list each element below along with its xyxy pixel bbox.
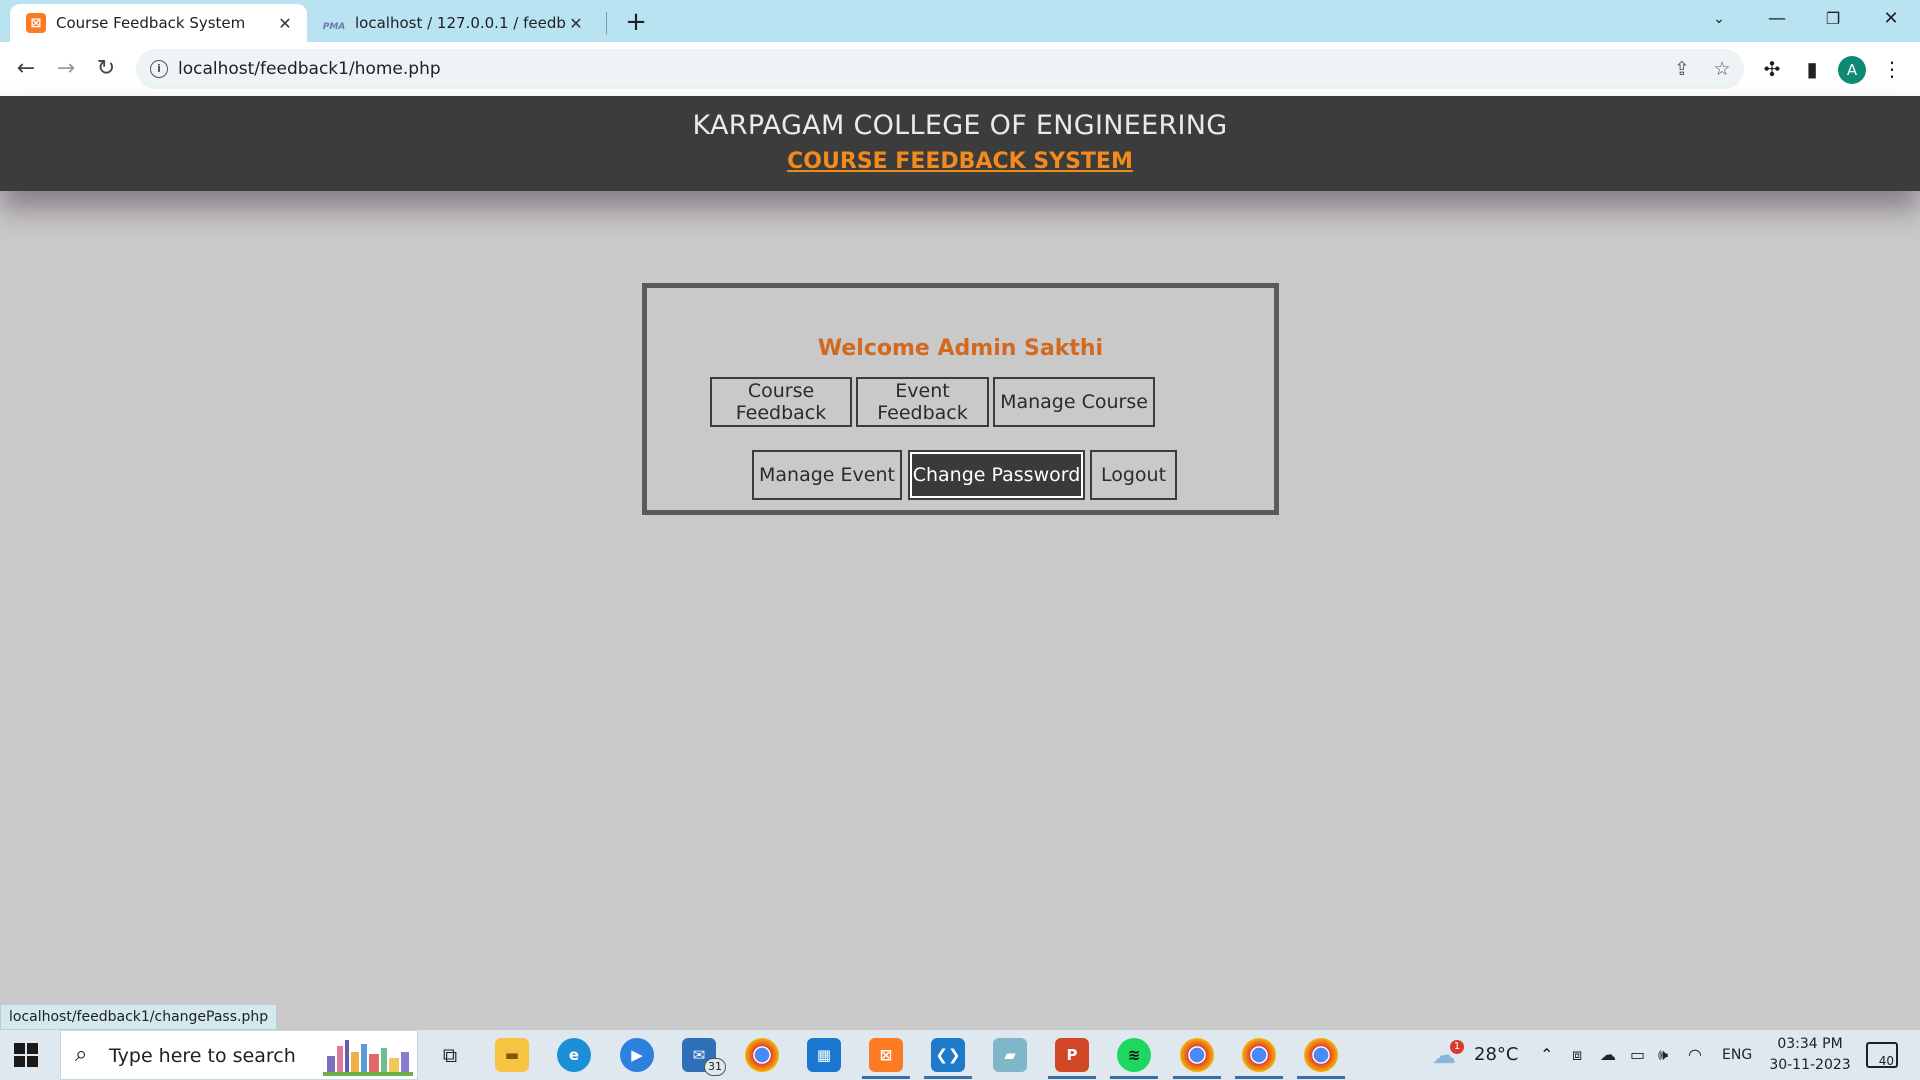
logout-button[interactable]: Logout — [1090, 450, 1177, 500]
change-password-button[interactable]: Change Password — [908, 450, 1085, 500]
extensions-puzzle-icon[interactable]: ✣ — [1756, 53, 1788, 85]
tab-search-chevron-icon[interactable]: ⌄ — [1694, 0, 1744, 40]
browser-toolbar: ← → ↻ i localhost/feedback1/home.php ⇪ ☆… — [0, 42, 1920, 96]
tab-title: localhost / 127.0.0.1 / feedback — [355, 14, 566, 32]
media-player-icon[interactable]: ▶ — [620, 1038, 654, 1072]
taskbar-search-box[interactable]: ⌕ Type here to search — [60, 1030, 418, 1080]
windows-taskbar: ⌕ Type here to search ⧉ ▬ e ▶ ✉ 31 ▦ ⊠ ❮… — [0, 1030, 1920, 1080]
search-highlight-city-icon — [323, 1040, 413, 1076]
close-tab-icon[interactable]: ✕ — [275, 14, 295, 33]
chrome-icon[interactable] — [745, 1038, 779, 1072]
notification-count: 40 — [1878, 1054, 1894, 1068]
tab-title: Course Feedback System — [56, 14, 246, 32]
chrome-profile-2-indicator — [1173, 1076, 1221, 1079]
course-feedback-button[interactable]: Course Feedback — [710, 377, 852, 427]
profile-avatar[interactable]: A — [1838, 56, 1866, 84]
clock-time: 03:34 PM — [1777, 1036, 1843, 1052]
college-title: KARPAGAM COLLEGE OF ENGINEERING — [692, 110, 1228, 141]
vscode-icon[interactable]: ❮❯ — [931, 1038, 965, 1072]
manage-event-button[interactable]: Manage Event — [752, 450, 902, 500]
notification-center-icon[interactable]: 40 — [1866, 1042, 1898, 1068]
search-placeholder: Type here to search — [109, 1045, 296, 1067]
welcome-message: Welcome Admin Sakthi — [817, 336, 1104, 361]
edge-browser-icon[interactable]: e — [557, 1038, 591, 1072]
tab-phpmyadmin[interactable]: PMA localhost / 127.0.0.1 / feedback ✕ — [313, 4, 598, 42]
link-status-bar: localhost/feedback1/changePass.php — [0, 1004, 278, 1030]
url-text[interactable]: localhost/feedback1/home.php — [178, 49, 441, 89]
search-icon: ⌕ — [75, 1042, 88, 1067]
xampp-icon: ⊠ — [26, 13, 46, 33]
input-language[interactable]: ENG — [1722, 1030, 1752, 1080]
clock-date: 30-11-2023 — [1769, 1057, 1851, 1073]
notes-app-icon[interactable]: ▰ — [993, 1038, 1027, 1072]
minimize-button[interactable]: — — [1752, 0, 1802, 40]
manage-course-button[interactable]: Manage Course — [993, 377, 1155, 427]
bookmark-star-icon[interactable]: ☆ — [1710, 57, 1734, 81]
system-title-link[interactable]: COURSE FEEDBACK SYSTEM — [0, 149, 1920, 174]
browser-tab-strip: ⊠ Course Feedback System ✕ PMA localhost… — [0, 0, 1920, 42]
show-hidden-icons-chevron-icon[interactable]: ⌃ — [1540, 1030, 1553, 1080]
file-explorer-icon[interactable]: ▬ — [495, 1038, 529, 1072]
weather-alert-badge: 1 — [1450, 1040, 1464, 1054]
page-content: KARPAGAM COLLEGE OF ENGINEERING COURSE F… — [0, 96, 1920, 1030]
forward-button[interactable]: → — [48, 51, 84, 87]
weather-temperature[interactable]: 28°C — [1474, 1030, 1518, 1080]
close-window-button[interactable]: ✕ — [1866, 0, 1916, 40]
side-panel-icon[interactable]: ▮ — [1796, 53, 1828, 85]
xampp-taskbar-icon[interactable]: ⊠ — [869, 1038, 903, 1072]
reload-button[interactable]: ↻ — [88, 51, 124, 87]
new-tab-button[interactable]: + — [620, 6, 652, 38]
spotify-icon[interactable]: ≋ — [1117, 1038, 1151, 1072]
battery-icon[interactable]: ▭ — [1630, 1030, 1645, 1080]
tab-divider — [606, 12, 607, 34]
spotify-active-indicator — [1110, 1076, 1158, 1079]
task-view-icon[interactable]: ⧉ — [433, 1038, 467, 1072]
share-icon[interactable]: ⇪ — [1670, 57, 1694, 81]
powerpoint-icon[interactable]: P — [1055, 1038, 1089, 1072]
mail-badge: 31 — [704, 1058, 726, 1076]
site-info-icon[interactable]: i — [150, 60, 168, 78]
chrome-profile-2-icon[interactable] — [1180, 1038, 1214, 1072]
meet-now-icon[interactable]: ⧈ — [1572, 1030, 1582, 1080]
close-tab-icon[interactable]: ✕ — [566, 14, 586, 33]
windows-start-icon[interactable] — [14, 1043, 38, 1067]
store-icon[interactable]: ▦ — [807, 1038, 841, 1072]
back-button[interactable]: ← — [8, 51, 44, 87]
restore-button[interactable]: ❐ — [1808, 0, 1858, 40]
phpmyadmin-icon: PMA — [322, 22, 346, 32]
chrome-profile-3-icon[interactable] — [1304, 1038, 1338, 1072]
chrome-profile-a-indicator — [1235, 1076, 1283, 1079]
vscode-active-indicator — [924, 1076, 972, 1079]
admin-menu-panel: Welcome Admin Sakthi Course Feedback Eve… — [642, 283, 1279, 515]
chrome-profile-3-indicator — [1297, 1076, 1345, 1079]
browser-menu-icon[interactable]: ⋮ — [1876, 53, 1908, 85]
weather-cloud-icon[interactable]: ☁ — [1432, 1030, 1456, 1080]
xampp-active-indicator — [862, 1076, 910, 1079]
event-feedback-button[interactable]: Event Feedback — [856, 377, 989, 427]
taskbar-clock[interactable]: 03:34 PM 30-11-2023 — [1762, 1034, 1858, 1076]
tab-course-feedback[interactable]: ⊠ Course Feedback System ✕ — [10, 4, 307, 42]
chrome-profile-a-icon[interactable] — [1242, 1038, 1276, 1072]
wifi-icon[interactable]: ◠ — [1688, 1030, 1702, 1080]
onedrive-icon[interactable]: ☁ — [1600, 1030, 1616, 1080]
site-header: KARPAGAM COLLEGE OF ENGINEERING COURSE F… — [0, 96, 1920, 191]
powerpoint-active-indicator — [1048, 1076, 1096, 1079]
address-bar[interactable]: i localhost/feedback1/home.php ⇪ ☆ — [136, 49, 1744, 89]
volume-icon[interactable]: 🕪 — [1658, 1030, 1668, 1080]
